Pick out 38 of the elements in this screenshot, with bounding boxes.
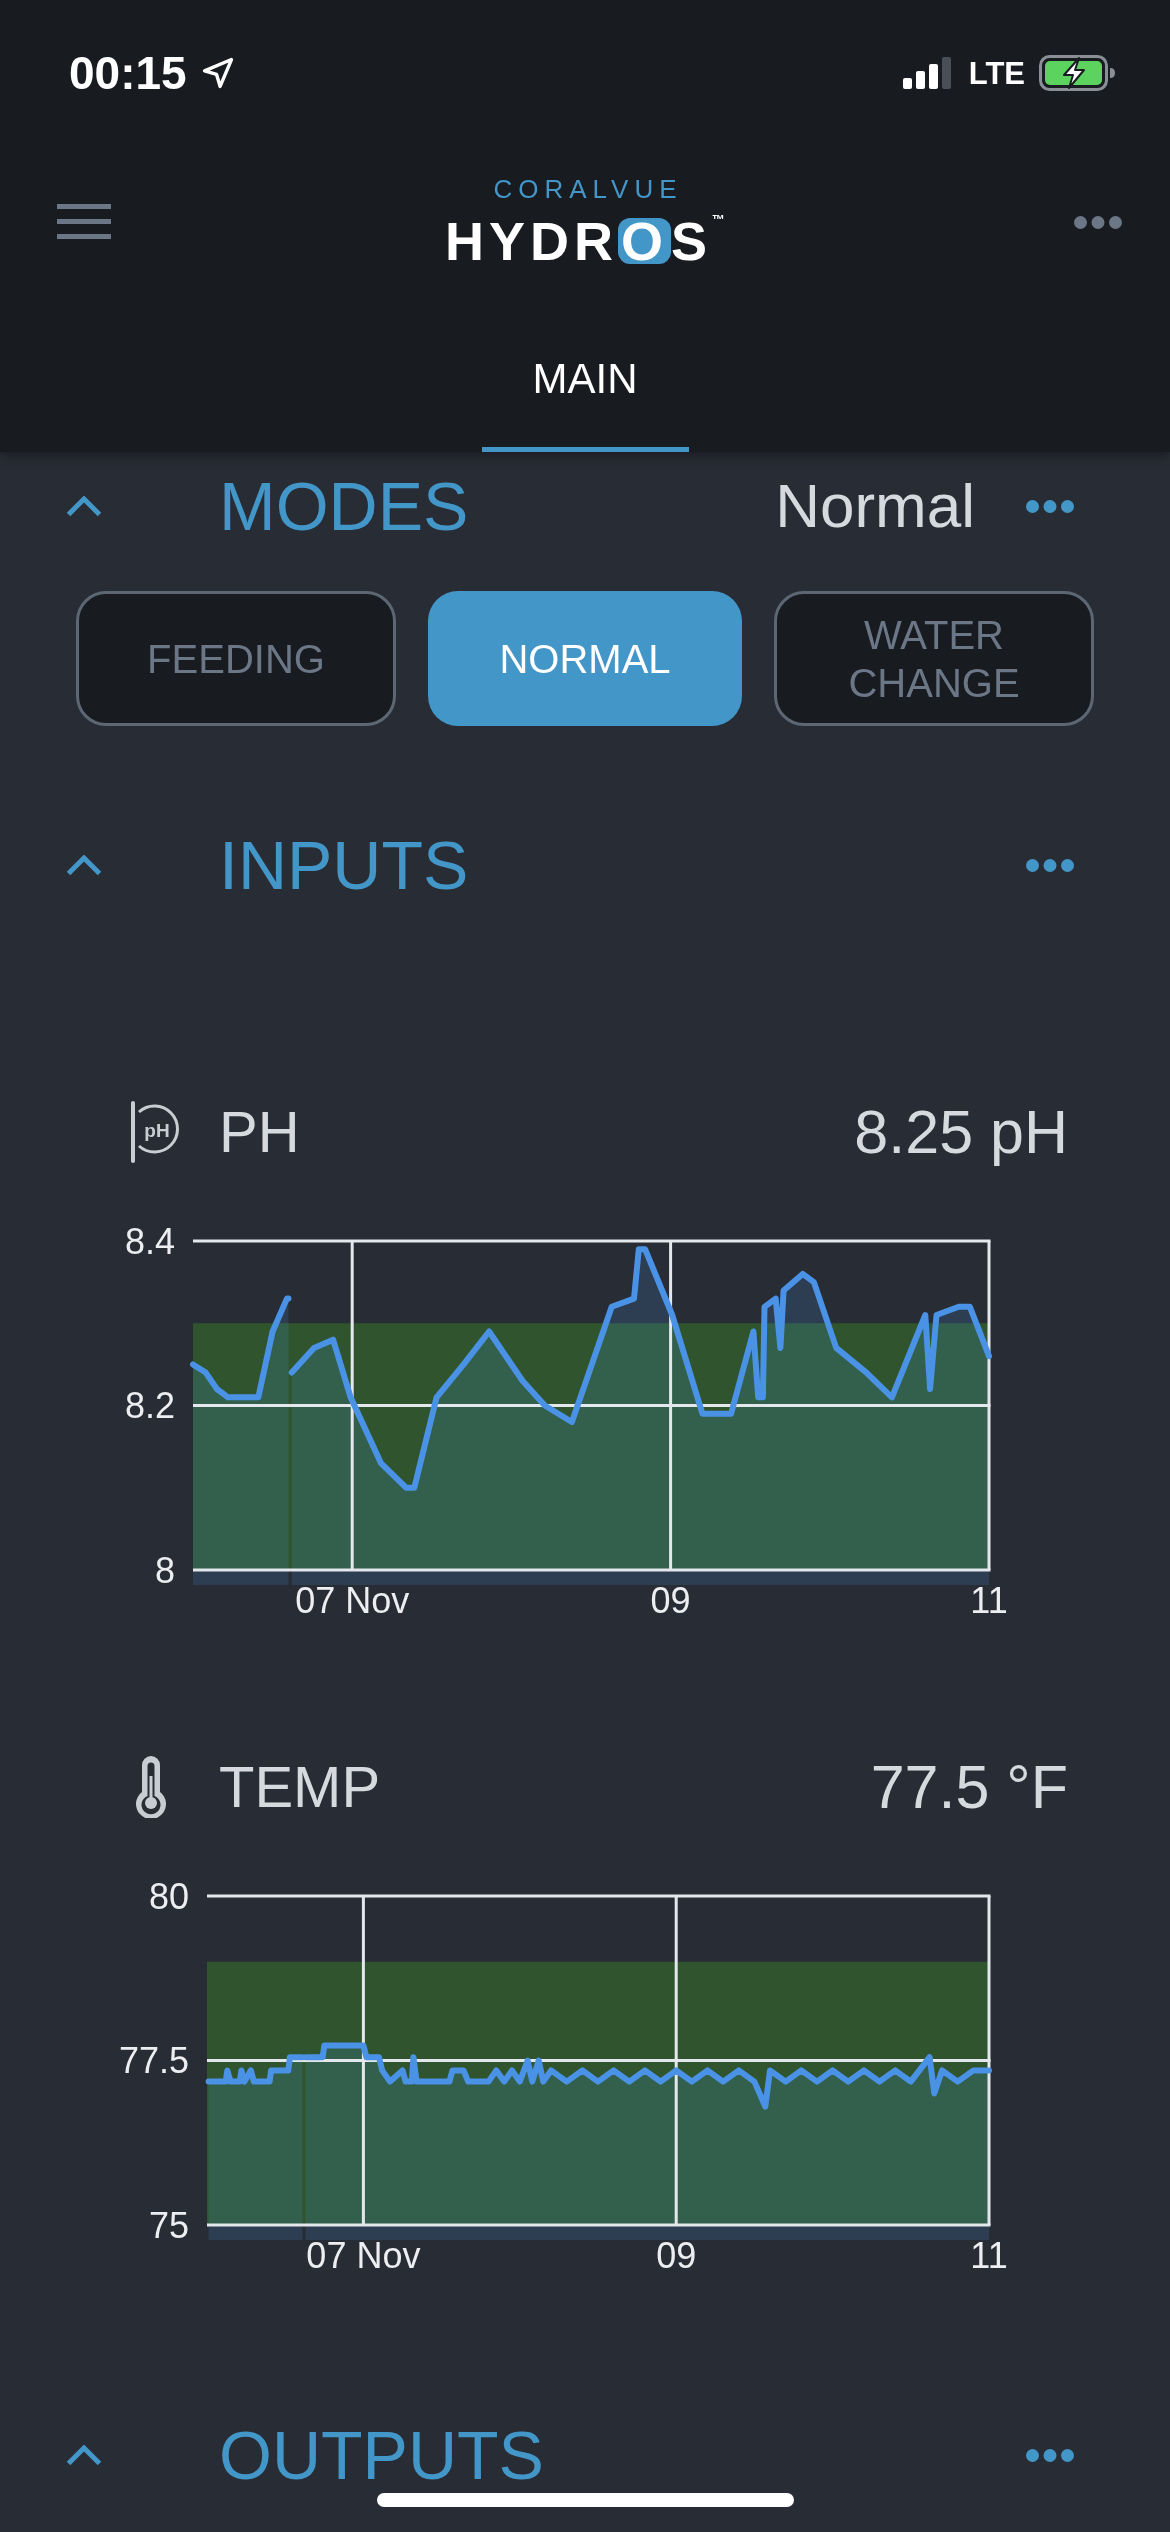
input-name: PH xyxy=(219,1103,300,1161)
axis-tick-label: 11 xyxy=(970,1579,1008,1621)
section-title: MODES xyxy=(219,472,469,540)
location-arrow-icon xyxy=(200,56,235,90)
axis-tick-label: 77.5 xyxy=(118,2040,189,2081)
more-icon[interactable] xyxy=(1026,499,1074,513)
menu-icon[interactable] xyxy=(57,204,111,240)
input-reading: 77.5 °F xyxy=(870,1756,1068,1818)
mode-button[interactable]: NORMAL xyxy=(428,591,742,726)
axis-tick-label: 07 Nov xyxy=(295,1579,410,1621)
mode-button[interactable]: WATER CHANGE xyxy=(774,591,1094,726)
axis-tick-label: 8 xyxy=(154,1549,175,1591)
more-icon[interactable] xyxy=(1026,2448,1074,2462)
logo-brand: CORALVUE xyxy=(492,176,683,202)
axis-tick-label: 8.2 xyxy=(124,1385,175,1426)
chevron-up-icon[interactable] xyxy=(66,854,102,876)
mode-button[interactable]: FEEDING xyxy=(76,591,396,726)
axis-tick-label: 8.4 xyxy=(124,1223,175,1262)
axis-tick-label: 11 xyxy=(970,2234,1008,2276)
axis-tick-label: 07 Nov xyxy=(306,2234,421,2276)
signal-icon xyxy=(902,57,953,89)
axis-tick-label: 09 xyxy=(650,1579,691,1621)
chevron-up-icon[interactable] xyxy=(66,495,102,517)
axis-tick-label: 09 xyxy=(656,2234,697,2276)
axis-tick-label: 75 xyxy=(148,2204,189,2246)
network-label: LTE xyxy=(968,57,1025,89)
chevron-up-icon[interactable] xyxy=(66,2444,102,2466)
more-icon[interactable] xyxy=(1074,215,1122,229)
section-title: OUTPUTS xyxy=(219,2421,544,2489)
status-time: 00:15 xyxy=(69,50,187,96)
section-title: INPUTS xyxy=(219,831,469,899)
battery-charging-icon xyxy=(1039,55,1115,91)
current-mode-label: Normal xyxy=(775,475,975,537)
input-name: TEMP xyxy=(219,1758,381,1816)
logo-wordmark: HYDROS$^{™}$ xyxy=(444,214,726,268)
more-icon[interactable] xyxy=(1026,858,1074,872)
tab[interactable]: MAIN xyxy=(481,298,689,452)
axis-tick-label: 80 xyxy=(148,1878,189,1917)
